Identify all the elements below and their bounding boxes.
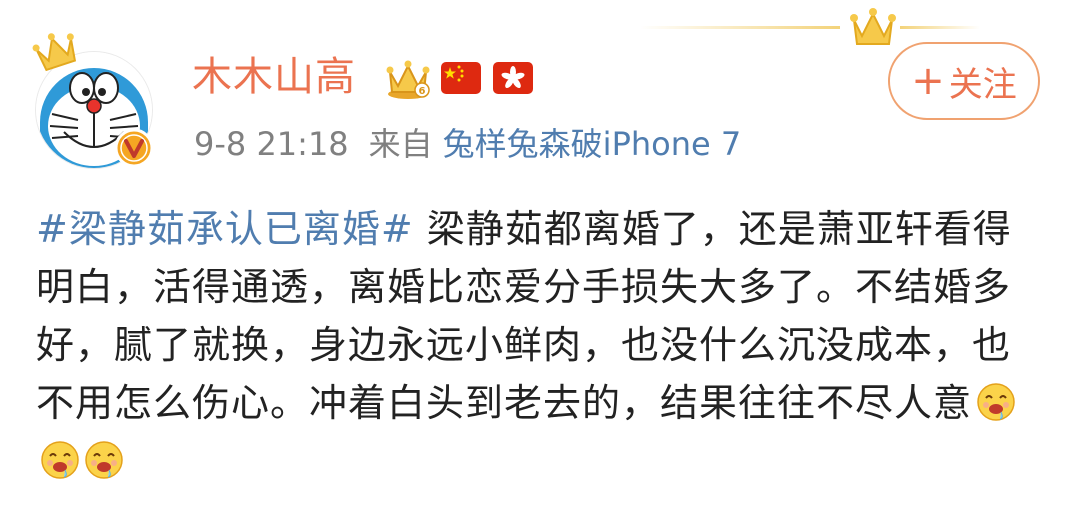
post-source-link[interactable]: 兔样兔森破iPhone 7 — [443, 125, 742, 163]
plus-icon: + — [911, 58, 945, 104]
hong-kong-flag-icon — [493, 62, 533, 94]
verified-v-icon — [114, 128, 154, 168]
drooling-face-emoji — [85, 441, 123, 479]
weibo-post: 木木山高 6 + 关注 9-8 21:18 来自 兔样兔森破iPhone 7 #… — [0, 0, 1080, 518]
china-flag-icon — [441, 62, 481, 94]
author-avatar-wrap[interactable] — [32, 30, 156, 170]
author-name[interactable]: 木木山高 — [192, 52, 356, 102]
drooling-face-emoji — [41, 441, 79, 479]
decorative-line — [900, 26, 980, 29]
vip-crown-icon[interactable]: 6 — [384, 56, 432, 100]
from-label: 来自 — [368, 125, 433, 163]
svg-text:6: 6 — [419, 86, 426, 97]
follow-button[interactable]: + 关注 — [888, 42, 1040, 120]
post-meta: 9-8 21:18 来自 兔样兔森破iPhone 7 — [194, 122, 741, 166]
follow-button-label: 关注 — [948, 64, 1017, 105]
drooling-face-emoji — [977, 383, 1015, 421]
crown-icon — [32, 33, 77, 72]
hashtag-link[interactable]: #梁静茹承认已离婚# — [36, 207, 414, 251]
decorative-line — [640, 26, 840, 29]
post-content: #梁静茹承认已离婚# 梁静茹都离婚了，还是萧亚轩看得明白，活得通透，离婚比恋爱分… — [36, 200, 1046, 490]
crown-decoration-icon — [850, 8, 896, 45]
post-timestamp: 9-8 21:18 — [194, 125, 349, 163]
